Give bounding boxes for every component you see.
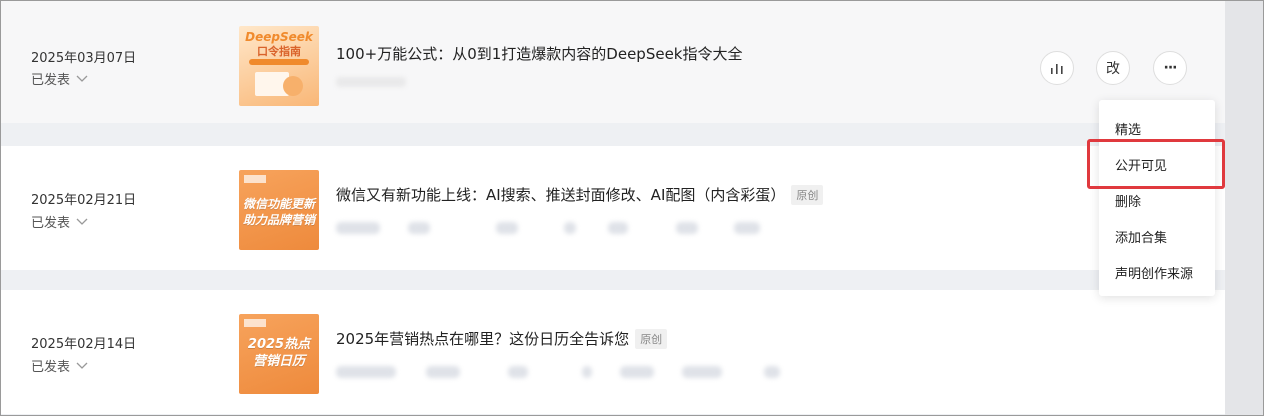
highlight-box [1087,139,1225,189]
publish-date: 2025年02月21日 [31,193,137,208]
status-dropdown[interactable]: 已发表 [31,356,88,375]
cover-text-line: 微信功能更新 [242,197,315,211]
scrollbar-track[interactable] [1225,1,1263,415]
menu-item-featured[interactable]: 精选 [1115,119,1141,138]
status-dropdown[interactable]: 已发表 [31,212,88,231]
chevron-down-icon [76,75,88,82]
more-actions-menu: 精选 公开可见 删除 添加合集 声明创作来源 [1099,100,1215,296]
publish-date: 2025年02月14日 [31,337,137,352]
more-icon: ··· [1163,60,1178,76]
article-title[interactable]: 2025年营销热点在哪里？这份日历全告诉您 原创 [336,328,668,349]
cover-decoration [249,59,309,65]
cover-decoration [283,76,303,96]
menu-item-delete[interactable]: 删除 [1115,191,1141,210]
edit-button[interactable]: 改 [1096,51,1130,85]
cover-text: 微信功能更新 助力品牌营销 [239,196,319,228]
status-label: 已发表 [31,360,71,375]
article-title-text[interactable]: 100+万能公式：从0到1打造爆款内容的DeepSeek指令大全 [336,43,742,64]
blurred-stats [336,77,406,87]
article-title[interactable]: 100+万能公式：从0到1打造爆款内容的DeepSeek指令大全 [336,43,742,64]
cover-text-line: 2025热点 [247,337,311,352]
status-dropdown[interactable]: 已发表 [31,69,88,88]
original-badge: 原创 [791,184,824,205]
cover-text: 2025热点 营销日历 [239,336,319,370]
original-badge: 原创 [635,328,668,349]
cover-text: DeepSeek [245,30,313,44]
more-button[interactable]: ··· [1153,51,1187,85]
status-label: 已发表 [31,216,71,231]
status-label: 已发表 [31,73,71,88]
bar-chart-icon [1051,64,1063,74]
article-row[interactable]: 2025年03月07日 已发表 DeepSeek 口令指南 100+万能公式：从… [1,1,1225,123]
cover-text-line: 营销日历 [252,354,305,369]
chevron-down-icon [76,362,88,369]
cover-logo [244,175,266,183]
cover-logo [244,319,266,327]
cover-text-line: 助力品牌营销 [242,213,315,227]
chevron-down-icon [76,218,88,225]
menu-item-add-to-collection[interactable]: 添加合集 [1115,227,1167,246]
article-cover[interactable]: 微信功能更新 助力品牌营销 [239,170,319,250]
publish-date: 2025年03月07日 [31,51,137,66]
article-cover[interactable]: DeepSeek 口令指南 [239,26,319,106]
article-title-text[interactable]: 2025年营销热点在哪里？这份日历全告诉您 [336,328,629,349]
cover-text: 口令指南 [257,45,301,58]
article-cover[interactable]: 2025热点 营销日历 [239,314,319,394]
article-row[interactable]: 2025年02月14日 已发表 2025热点 营销日历 2025年营销热点在哪里… [1,290,1225,414]
article-row[interactable]: 2025年02月21日 已发表 微信功能更新 助力品牌营销 微信又有新功能上线：… [1,146,1225,270]
stats-button[interactable] [1040,51,1074,85]
article-title[interactable]: 微信又有新功能上线：AI搜索、推送封面修改、AI配图（内含彩蛋） 原创 [336,184,824,205]
article-title-text[interactable]: 微信又有新功能上线：AI搜索、推送封面修改、AI配图（内含彩蛋） [336,184,785,205]
menu-item-declare-source[interactable]: 声明创作来源 [1115,263,1193,282]
